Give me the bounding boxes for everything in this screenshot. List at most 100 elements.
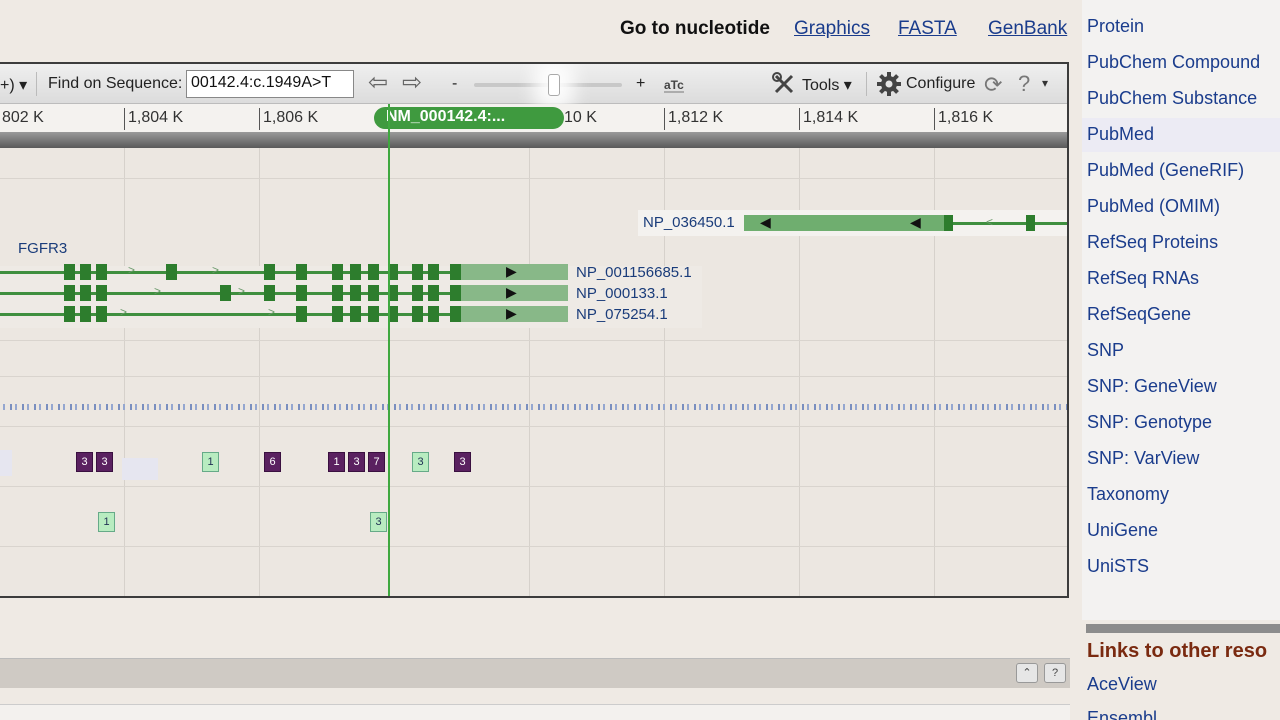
variant-box[interactable]: 1	[328, 452, 345, 472]
exon[interactable]	[368, 264, 379, 280]
exon[interactable]	[332, 264, 343, 280]
sidebar-link-snp[interactable]: SNP	[1087, 340, 1124, 361]
variant-box[interactable]: 3	[412, 452, 429, 472]
sidebar-link-pubmed-omim[interactable]: PubMed (OMIM)	[1087, 196, 1220, 217]
exon[interactable]	[428, 306, 439, 322]
sidebar-link-unists[interactable]: UniSTS	[1087, 556, 1149, 577]
sequence-text-icon[interactable]: aTc	[662, 73, 688, 95]
exon[interactable]	[80, 264, 91, 280]
ruler-tick-label: 1,806 K	[263, 109, 319, 126]
sidebar-link-snp-varview[interactable]: SNP: VarView	[1087, 448, 1199, 469]
exon[interactable]	[450, 264, 461, 280]
svg-text:aTc: aTc	[664, 78, 684, 92]
previous-match-icon[interactable]: ⇦	[364, 71, 392, 97]
graphics-link[interactable]: Graphics	[794, 18, 870, 40]
sidebar-link-protein[interactable]: Protein	[1087, 16, 1144, 37]
exon[interactable]	[80, 306, 91, 322]
exon[interactable]	[296, 285, 307, 301]
exon[interactable]	[64, 306, 75, 322]
protein-label[interactable]: NP_075254.1	[576, 306, 668, 323]
exon[interactable]	[220, 285, 231, 301]
help-menu-chevron-down-icon[interactable]: ▾	[1042, 76, 1048, 90]
exon[interactable]	[96, 285, 107, 301]
tools-icon[interactable]	[772, 72, 798, 96]
sidebar-link-aceview[interactable]: AceView	[1087, 674, 1157, 695]
exon[interactable]	[350, 285, 361, 301]
exon[interactable]	[368, 285, 379, 301]
gear-icon[interactable]	[876, 71, 902, 97]
exon[interactable]	[80, 285, 91, 301]
fasta-link[interactable]: FASTA	[898, 18, 957, 40]
exon[interactable]	[390, 306, 398, 322]
sidebar-link-ensembl[interactable]: Ensembl	[1087, 708, 1157, 720]
exon[interactable]	[264, 285, 275, 301]
variant-box[interactable]: 1	[98, 512, 115, 532]
exon[interactable]	[412, 285, 423, 301]
exon[interactable]	[296, 264, 307, 280]
exon[interactable]	[332, 285, 343, 301]
exon[interactable]	[428, 264, 439, 280]
protein-label[interactable]: NP_036450.1	[643, 214, 735, 231]
sidebar-link-pubchem-compound[interactable]: PubChem Compound	[1087, 52, 1260, 73]
sidebar-link-refseqgene[interactable]: RefSeqGene	[1087, 304, 1191, 325]
exon[interactable]	[96, 306, 107, 322]
exon[interactable]	[64, 285, 75, 301]
exon[interactable]	[390, 264, 398, 280]
sidebar-link-pubchem-substance[interactable]: PubChem Substance	[1087, 88, 1257, 109]
exon[interactable]	[264, 264, 275, 280]
exon[interactable]	[332, 306, 343, 322]
sidebar-link-snp-geneview[interactable]: SNP: GeneView	[1087, 376, 1217, 397]
sidebar-link-unigene[interactable]: UniGene	[1087, 520, 1158, 541]
snp-track[interactable]	[0, 404, 1067, 410]
position-marker[interactable]: NM_000142.4:...	[374, 107, 564, 129]
sidebar-link-pubmed-generif[interactable]: PubMed (GeneRIF)	[1087, 160, 1244, 181]
find-on-sequence-input[interactable]: 00142.4:c.1949A>T	[186, 70, 354, 98]
variant-box[interactable]: 3	[348, 452, 365, 472]
variant-box[interactable]: 1	[202, 452, 219, 472]
genbank-link[interactable]: GenBank	[988, 18, 1067, 40]
sidebar-link-pubmed[interactable]: PubMed	[1087, 124, 1154, 145]
variant-box[interactable]: 3	[76, 452, 93, 472]
exon[interactable]	[350, 306, 361, 322]
collapse-menu-button[interactable]: +) ▾	[0, 75, 27, 95]
variant-box[interactable]: 6	[264, 452, 281, 472]
variant-box[interactable]: 3	[454, 452, 471, 472]
exon[interactable]	[166, 264, 177, 280]
variant-box[interactable]: 3	[96, 452, 113, 472]
exon[interactable]	[368, 306, 379, 322]
collapse-up-icon[interactable]: ⌃	[1016, 663, 1038, 683]
exon[interactable]	[350, 264, 361, 280]
variant-box[interactable]: 3	[370, 512, 387, 532]
tools-menu-label[interactable]: Tools ▾	[802, 75, 852, 95]
exon[interactable]	[96, 264, 107, 280]
exon[interactable]	[412, 264, 423, 280]
exon[interactable]	[296, 306, 307, 322]
exon[interactable]	[390, 285, 398, 301]
zoom-in-button[interactable]: +	[636, 75, 645, 93]
sidebar-link-taxonomy[interactable]: Taxonomy	[1087, 484, 1169, 505]
next-match-icon[interactable]: ⇨	[398, 71, 426, 97]
exon[interactable]	[412, 306, 423, 322]
exon[interactable]	[450, 306, 461, 322]
exon[interactable]	[1026, 215, 1035, 231]
position-cursor-line[interactable]	[388, 104, 390, 596]
help-icon[interactable]: ?	[1044, 663, 1066, 683]
exon[interactable]	[450, 285, 461, 301]
sidebar-link-snp-genotype[interactable]: SNP: Genotype	[1087, 412, 1212, 433]
help-icon[interactable]: ?	[1018, 71, 1030, 97]
variant-box[interactable]: 7	[368, 452, 385, 472]
zoom-slider-thumb[interactable]	[548, 74, 560, 96]
coordinate-ruler[interactable]: 802 K 1,804 K 1,806 K 10 K 1,812 K 1,814…	[0, 104, 1067, 132]
protein-label[interactable]: NP_001156685.1	[576, 264, 692, 281]
zoom-out-button[interactable]: -	[452, 75, 457, 93]
exon[interactable]	[944, 215, 953, 231]
refresh-icon[interactable]: ⟳	[984, 72, 1002, 98]
sidebar-link-refseq-proteins[interactable]: RefSeq Proteins	[1087, 232, 1218, 253]
exon[interactable]	[64, 264, 75, 280]
sequence-viewer[interactable]: +) ▾ Find on Sequence: 00142.4:c.1949A>T…	[0, 62, 1069, 598]
gene-name-label[interactable]: FGFR3	[18, 240, 67, 257]
configure-button[interactable]: Configure	[906, 75, 975, 93]
sidebar-link-refseq-rnas[interactable]: RefSeq RNAs	[1087, 268, 1199, 289]
protein-label[interactable]: NP_000133.1	[576, 285, 668, 302]
exon[interactable]	[428, 285, 439, 301]
